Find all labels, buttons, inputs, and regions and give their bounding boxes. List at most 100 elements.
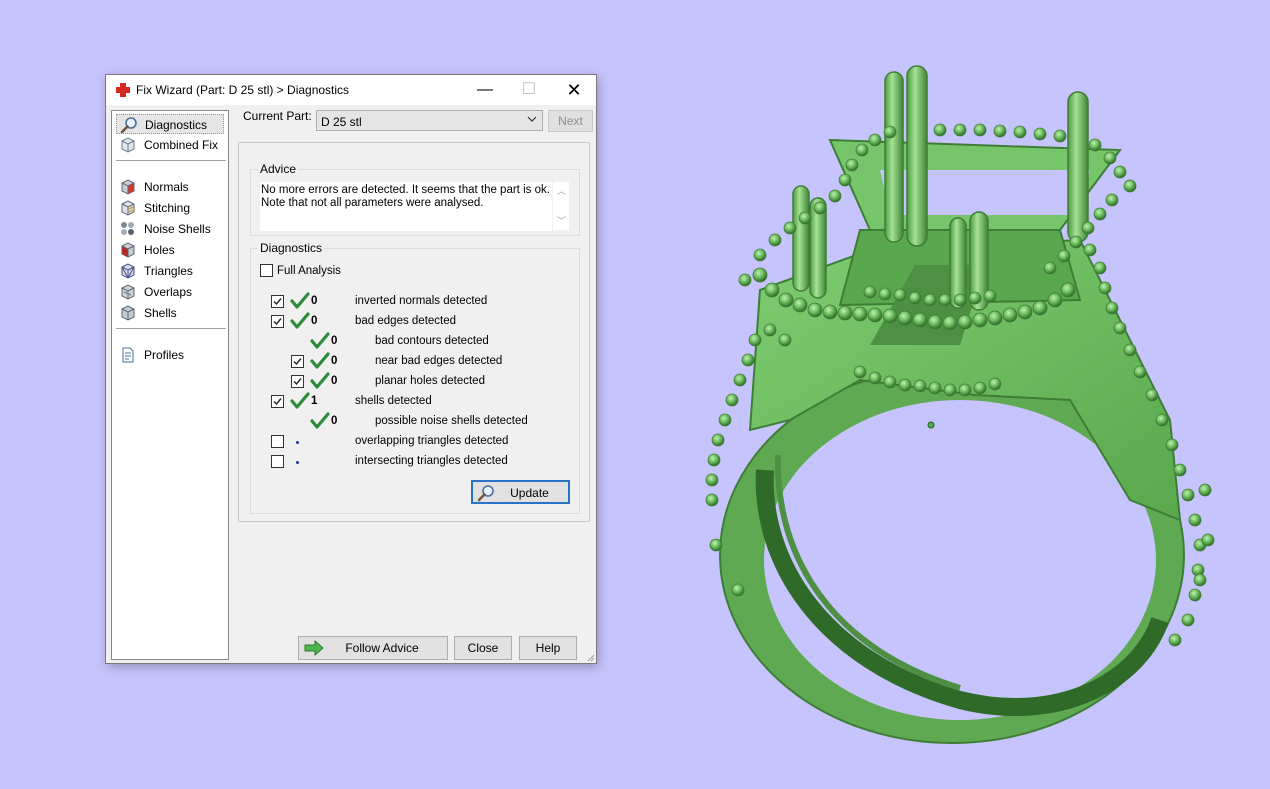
cube-shells-icon xyxy=(121,305,135,321)
sidebar-item-label: Stitching xyxy=(144,201,191,215)
diagnostic-checkbox[interactable] xyxy=(271,315,284,328)
sidebar-item-overlaps[interactable]: Overlaps xyxy=(116,282,224,302)
cube-holes-icon xyxy=(121,242,135,258)
full-analysis-label: Full Analysis xyxy=(277,265,341,277)
sidebar-item-diagnostics[interactable]: Diagnostics xyxy=(116,114,224,134)
diagnostic-label: planar holes detected xyxy=(375,375,485,387)
advice-title: Advice xyxy=(258,162,299,176)
diagnostic-row: intersecting triangles detected xyxy=(271,452,591,472)
help-button[interactable]: Help xyxy=(519,636,577,660)
diagnostic-count: 0 xyxy=(311,295,318,307)
scroll-down-icon[interactable]: ﹀ xyxy=(557,214,566,227)
green-check-icon xyxy=(290,392,310,409)
red-cross-icon xyxy=(116,83,130,97)
diagnostic-checkbox[interactable] xyxy=(271,455,284,468)
sidebar-item-label: Holes xyxy=(144,243,175,257)
wizard-sidebar: Diagnostics Combined Fix Normals Stitchi… xyxy=(111,110,229,660)
diagnostic-row: 0 bad contours detected xyxy=(271,332,591,352)
diagnostic-count: 0 xyxy=(331,335,338,347)
sidebar-item-shells[interactable]: Shells xyxy=(116,303,224,323)
sidebar-item-label: Diagnostics xyxy=(145,118,208,132)
full-analysis-row[interactable]: Full Analysis xyxy=(260,262,580,282)
current-part-label: Current Part: xyxy=(243,109,312,123)
pending-dot-icon xyxy=(296,461,299,464)
cube-noise-icon xyxy=(121,222,134,235)
diagnostic-row: overlapping triangles detected xyxy=(271,432,591,452)
sidebar-item-label: Noise Shells xyxy=(144,222,211,236)
sidebar-item-label: Profiles xyxy=(144,348,185,362)
diagnostic-checkbox[interactable] xyxy=(291,355,304,368)
sidebar-item-combined-fix[interactable]: Combined Fix xyxy=(116,135,224,155)
close-window-button[interactable]: ✕ xyxy=(551,75,597,105)
diagnostic-checkbox[interactable] xyxy=(271,295,284,308)
full-analysis-checkbox[interactable] xyxy=(260,264,273,277)
advice-line: Note that not all parameters were analys… xyxy=(261,197,484,209)
diagnostic-count: 0 xyxy=(331,355,338,367)
diagnostic-label: overlapping triangles detected xyxy=(355,435,509,447)
fix-wizard-dialog: Fix Wizard (Part: D 25 stl) > Diagnostic… xyxy=(105,74,597,664)
diagnostic-label: bad contours detected xyxy=(375,335,489,347)
diagnostic-label: inverted normals detected xyxy=(355,295,488,307)
magnifier-icon xyxy=(120,117,137,134)
diagnostic-label: intersecting triangles detected xyxy=(355,455,508,467)
sidebar-item-noise-shells[interactable]: Noise Shells xyxy=(116,219,224,239)
diagnostics-title: Diagnostics xyxy=(258,241,325,255)
follow-advice-button[interactable]: Follow Advice xyxy=(298,636,448,660)
sidebar-item-label: Overlaps xyxy=(144,285,193,299)
update-button[interactable]: Update xyxy=(471,480,570,504)
diagnostic-count: 0 xyxy=(331,415,338,427)
sidebar-item-profiles[interactable]: Profiles xyxy=(116,345,224,365)
document-icon xyxy=(122,347,134,363)
diagnostic-label: bad edges detected xyxy=(355,315,457,327)
cube-stitch-icon xyxy=(121,200,135,216)
minimize-button[interactable]: — xyxy=(462,75,508,105)
scroll-up-icon[interactable]: ︿ xyxy=(557,184,566,197)
diagnostic-row: 0 near bad edges detected xyxy=(271,352,591,372)
title-bar[interactable]: Fix Wizard (Part: D 25 stl) > Diagnostic… xyxy=(106,75,596,105)
model-origin-marker xyxy=(927,421,935,429)
sidebar-divider xyxy=(116,328,226,329)
diagnostics-panel: Advice No more errors are detected. It s… xyxy=(238,142,590,522)
sidebar-divider xyxy=(116,160,226,161)
sidebar-item-label: Normals xyxy=(144,180,189,194)
diagnostic-count: 0 xyxy=(331,375,338,387)
sidebar-item-label: Combined Fix xyxy=(144,138,219,152)
diagnostic-label: possible noise shells detected xyxy=(375,415,528,427)
diagnostic-count: 1 xyxy=(311,395,318,407)
green-check-icon xyxy=(290,312,310,329)
diagnostics-group: Diagnostics Full Analysis 0 inverted norm… xyxy=(250,241,580,514)
close-button[interactable]: Close xyxy=(454,636,512,660)
sidebar-item-label: Triangles xyxy=(144,264,193,278)
resize-grip-icon[interactable] xyxy=(585,652,595,662)
diagnostic-checkbox[interactable] xyxy=(291,375,304,388)
green-check-icon xyxy=(290,292,310,309)
advice-line: No more errors are detected. It seems th… xyxy=(261,184,550,196)
advice-group: Advice No more errors are detected. It s… xyxy=(250,162,580,236)
cube-overlap-icon xyxy=(121,284,135,300)
diagnostic-count: 0 xyxy=(311,315,318,327)
advice-scrollbar[interactable]: ︿ ﹀ xyxy=(553,182,569,230)
diagnostic-row: 0 planar holes detected xyxy=(271,372,591,392)
next-button[interactable]: Next xyxy=(548,110,593,132)
green-check-icon xyxy=(310,352,330,369)
diagnostic-checkbox[interactable] xyxy=(271,395,284,408)
current-part-value: D 25 stl xyxy=(321,115,362,129)
update-label: Update xyxy=(510,486,549,500)
green-check-icon xyxy=(310,332,330,349)
sidebar-item-label: Shells xyxy=(144,306,177,320)
current-part-dropdown[interactable]: D 25 stl xyxy=(316,110,543,131)
sidebar-item-stitching[interactable]: Stitching xyxy=(116,198,224,218)
diagnostic-row: 0 bad edges detected xyxy=(271,312,591,332)
window-title: Fix Wizard (Part: D 25 stl) > Diagnostic… xyxy=(136,83,350,97)
maximize-button[interactable]: ☐ xyxy=(506,75,552,105)
sidebar-item-holes[interactable]: Holes xyxy=(116,240,224,260)
sidebar-item-normals[interactable]: Normals xyxy=(116,177,224,197)
pending-dot-icon xyxy=(296,441,299,444)
cube-triangles-icon xyxy=(121,263,135,279)
diagnostic-label: shells detected xyxy=(355,395,432,407)
diagnostic-row: 0 inverted normals detected xyxy=(271,292,591,312)
diagnostic-checkbox[interactable] xyxy=(271,435,284,448)
green-check-icon xyxy=(310,372,330,389)
sidebar-item-triangles[interactable]: Triangles xyxy=(116,261,224,281)
green-check-icon xyxy=(310,412,330,429)
